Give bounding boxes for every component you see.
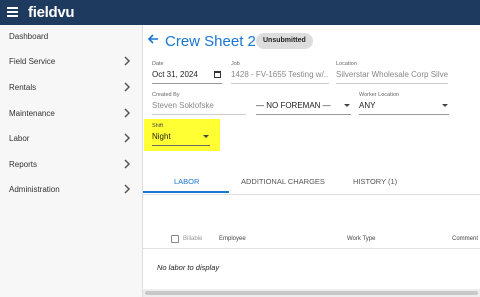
active-tab-indicator: [143, 191, 229, 193]
sidebar-item-label: Dashboard: [9, 32, 49, 41]
sidebar-item-dashboard[interactable]: Dashboard: [0, 25, 143, 49]
dropdown-arrow-icon: [203, 135, 209, 138]
sidebar-item-maintenance[interactable]: Maintenance: [0, 102, 143, 126]
sidebar-item-field-service[interactable]: Field Service: [0, 50, 143, 74]
job-field[interactable]: Job 1428 - FV-1655 Testing w/...: [231, 61, 329, 85]
location-label: Location: [336, 61, 357, 67]
sidebar-item-label: Labor: [9, 134, 30, 143]
column-comment[interactable]: Comment: [452, 236, 478, 242]
sidebar-item-label: Reports: [9, 160, 38, 169]
date-value: Oct 31, 2024: [152, 70, 198, 79]
empty-table-message: No labor to display: [157, 263, 220, 272]
column-billable: Billable: [183, 236, 203, 242]
sidebar-item-labor[interactable]: Labor: [0, 127, 143, 151]
status-badge: Unsubmitted: [256, 33, 313, 49]
dropdown-arrow-icon: [344, 104, 350, 107]
tab-history[interactable]: HISTORY (1): [353, 177, 397, 186]
created-by-value: Steven Soklofske: [152, 101, 214, 110]
dropdown-arrow-icon: [442, 104, 448, 107]
labor-table-header: Billable Employee Work Type Comment: [143, 229, 480, 249]
location-value: Silverstar Wholesale Corp Silve...: [336, 70, 448, 79]
date-label: Date: [152, 61, 164, 67]
shift-value: Night: [152, 132, 171, 141]
chevron-right-icon: [124, 159, 131, 169]
app-logo[interactable]: fieldvu: [28, 4, 75, 21]
chevron-right-icon: [124, 56, 131, 66]
sidebar-item-label: Rentals: [9, 83, 37, 92]
tab-additional-charges[interactable]: ADDITIONAL CHARGES: [241, 177, 325, 186]
tab-labor[interactable]: LABOR: [174, 177, 199, 186]
created-by-label: Created By: [152, 92, 180, 98]
sidebar-item-label: Maintenance: [9, 109, 55, 118]
chevron-right-icon: [124, 133, 131, 143]
hamburger-menu-icon[interactable]: [7, 7, 18, 17]
calendar-icon[interactable]: [214, 71, 221, 78]
job-label: Job: [231, 61, 240, 67]
sidebar-item-administration[interactable]: Administration: [0, 178, 143, 202]
column-employee[interactable]: Employee: [219, 236, 246, 242]
date-field[interactable]: Date Oct 31, 2024: [152, 61, 222, 85]
sidebar-item-label: Field Service: [9, 57, 56, 66]
top-bar: fieldvu: [0, 0, 480, 25]
chevron-right-icon: [124, 82, 131, 92]
sidebar-item-reports[interactable]: Reports: [0, 153, 143, 177]
scrollbar-thumb[interactable]: [145, 291, 478, 295]
worker-location-value: ANY: [359, 101, 376, 110]
back-arrow-icon[interactable]: [147, 33, 159, 45]
billable-checkbox[interactable]: [171, 235, 179, 243]
sidebar: Dashboard Field Service Rentals Maintena…: [0, 25, 143, 297]
main-content: Crew Sheet 298 Unsubmitted Date Oct 31, …: [143, 25, 480, 297]
sidebar-item-rentals[interactable]: Rentals: [0, 76, 143, 100]
column-work-type[interactable]: Work Type: [347, 236, 375, 242]
worker-location-label: Worker Location: [359, 92, 399, 98]
shift-select[interactable]: Shift Night: [152, 123, 210, 147]
horizontal-scrollbar[interactable]: [143, 289, 480, 297]
created-by-field: Created By Steven Soklofske: [152, 92, 246, 116]
job-value: 1428 - FV-1655 Testing w/...: [231, 70, 329, 79]
location-field[interactable]: Location Silverstar Wholesale Corp Silve…: [336, 61, 448, 85]
chevron-right-icon: [124, 184, 131, 194]
foreman-value: — NO FOREMAN —: [256, 101, 331, 110]
foreman-select[interactable]: — NO FOREMAN —: [256, 92, 351, 116]
tabs-divider: [143, 194, 480, 195]
chevron-right-icon: [124, 108, 131, 118]
worker-location-select[interactable]: Worker Location ANY: [359, 92, 449, 116]
sidebar-item-label: Administration: [9, 185, 60, 194]
shift-label: Shift: [152, 123, 164, 129]
